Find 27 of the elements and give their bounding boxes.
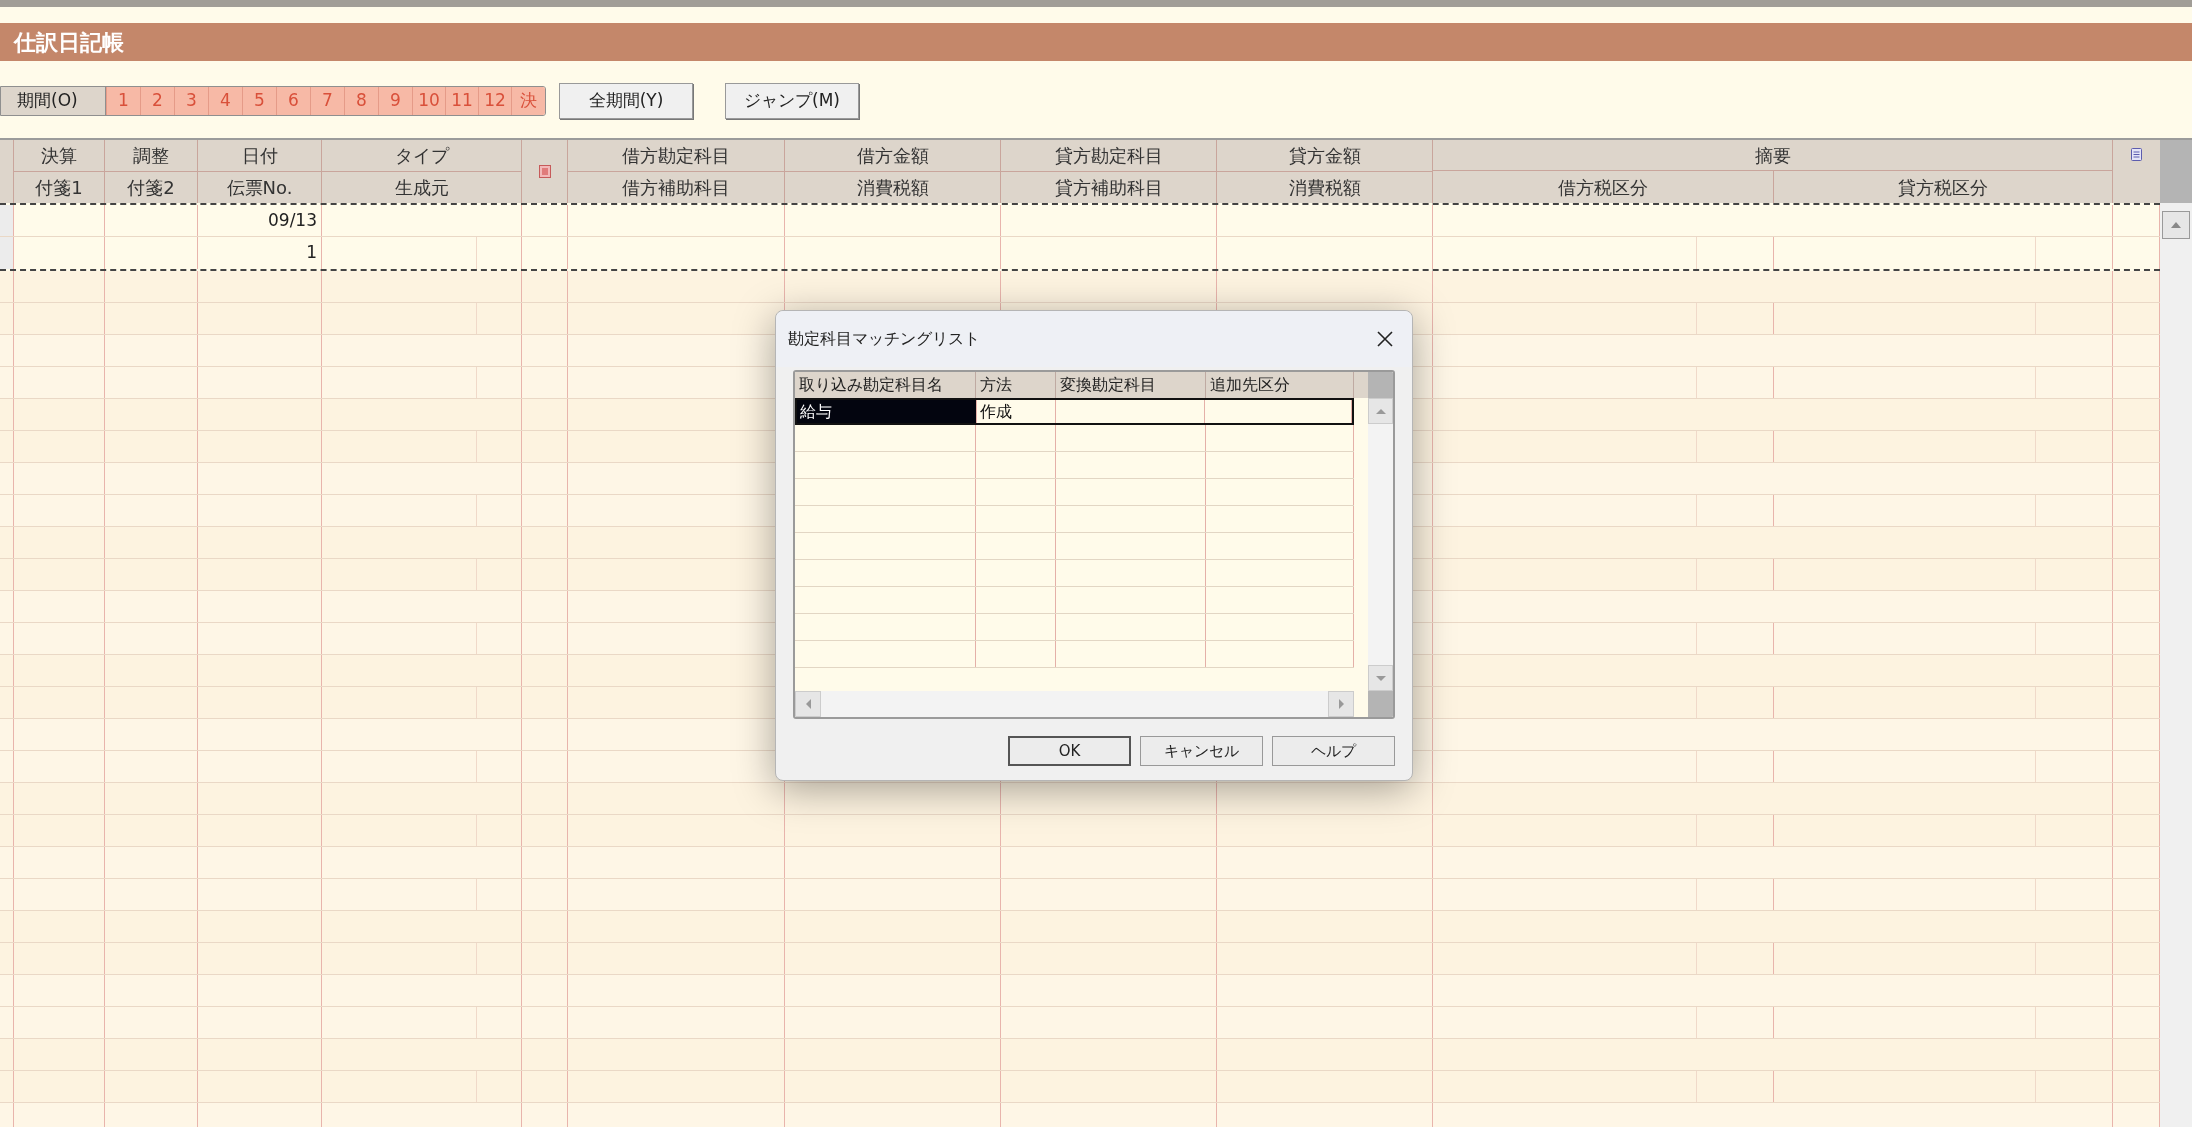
column-header: 付箋1 [34,175,84,200]
column-header: 借方勘定科目 [568,140,784,172]
column-header: 生成元 [393,175,450,200]
column-header: 貸方金額 [1217,140,1432,172]
column-header: 日付 [198,140,321,172]
column-header: 決算 [14,140,104,172]
column-header: 消費税額 [855,175,930,200]
column-header: 借方税区分 [1433,171,1774,203]
dialog-title: 勘定科目マッチングリスト [788,328,980,350]
column-header: 取り込み勘定科目名 [795,372,976,398]
column-header: 伝票No. [225,175,294,200]
column-header: 貸方勘定科目 [1001,140,1216,172]
period-label: 期間(O) [1,86,106,115]
column-header: 消費税額 [1287,175,1362,200]
column-header: 調整 [105,140,197,172]
column-header: タイプ [322,140,521,172]
column-header: 付箋2 [126,175,176,200]
column-header: 方法 [976,372,1056,398]
column-header: 貸方税区分 [1896,175,1989,200]
column-header: 摘要 [1433,140,2112,171]
column-header: 貸方補助科目 [1053,175,1164,200]
date-cell-text: 09/13 [268,208,317,232]
page-title: 仕訳日記帳 [14,28,124,57]
column-header: 変換勘定科目 [1056,372,1206,398]
column-header: 借方金額 [785,140,1000,172]
column-header: 借方補助科目 [621,175,731,200]
voucher-number-cell-text: 1 [306,241,317,265]
